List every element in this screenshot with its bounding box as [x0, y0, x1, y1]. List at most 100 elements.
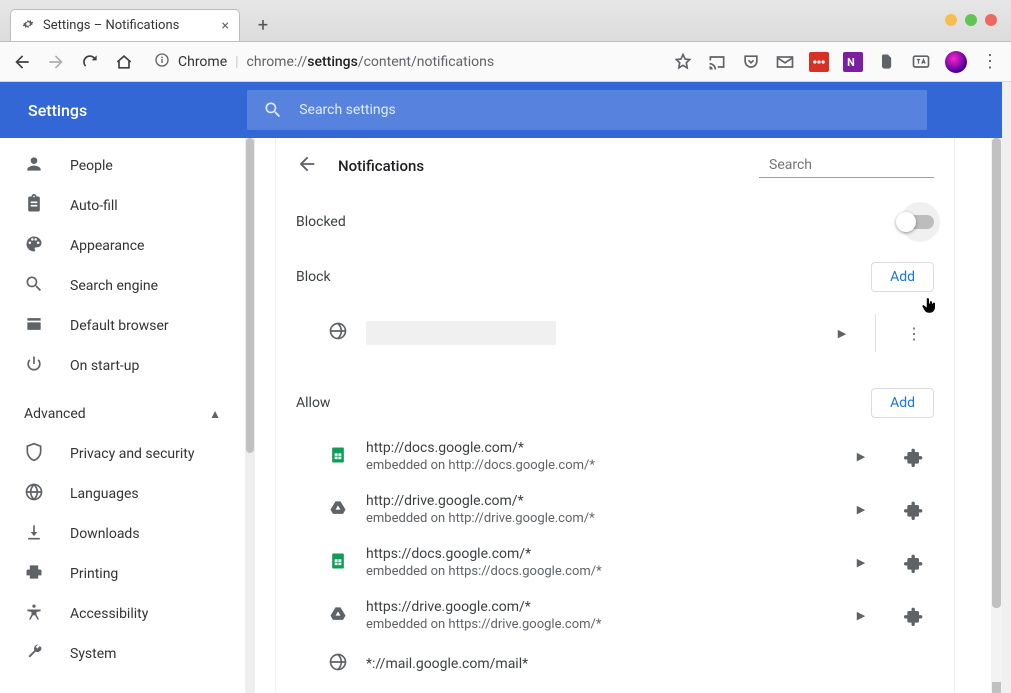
- minimize-button[interactable]: [945, 14, 957, 26]
- allow-site-row[interactable]: https://docs.google.com/*embedded on htt…: [276, 536, 954, 589]
- evernote-icon[interactable]: [877, 52, 897, 72]
- content-scrollbar[interactable]: [991, 138, 1002, 693]
- url-browser-label: Chrome: [178, 54, 227, 70]
- svg-text:N: N: [847, 56, 855, 69]
- allow-site-row[interactable]: https://drive.google.com/*embedded on ht…: [276, 589, 954, 642]
- nav-start-up[interactable]: On start-up: [0, 346, 245, 386]
- allow-section-label: Allow: [296, 395, 330, 411]
- drive-icon: [328, 498, 348, 522]
- expand-arrow-icon[interactable]: ▶: [827, 327, 857, 340]
- wrench-icon: [24, 642, 44, 666]
- globe-icon: [328, 321, 348, 345]
- close-tab-icon[interactable]: ×: [222, 18, 229, 34]
- extension-indicator-icon: [894, 500, 934, 520]
- nav-people[interactable]: People: [0, 146, 245, 186]
- search-icon: [263, 100, 283, 120]
- nav-printing[interactable]: Printing: [0, 554, 245, 594]
- nav-advanced-toggle[interactable]: Advanced▲: [0, 394, 245, 434]
- site-info-icon[interactable]: [154, 52, 170, 72]
- nav-downloads[interactable]: Downloads: [0, 514, 245, 554]
- home-button[interactable]: [114, 52, 134, 72]
- expand-arrow-icon[interactable]: ▶: [846, 609, 876, 622]
- sheets-icon: [328, 551, 348, 575]
- profile-avatar[interactable]: [945, 51, 967, 73]
- globe-icon: [24, 482, 44, 506]
- back-button[interactable]: [12, 52, 32, 72]
- nav-languages[interactable]: Languages: [0, 474, 245, 514]
- titlebar: Settings – Notifications × +: [0, 0, 1011, 42]
- nav-search-engine[interactable]: Search engine: [0, 266, 245, 306]
- close-window-button[interactable]: [985, 14, 997, 26]
- printer-icon: [24, 562, 44, 586]
- nav-appearance[interactable]: Appearance: [0, 226, 245, 266]
- drive-icon: [328, 604, 348, 628]
- extension-indicator-icon: [894, 606, 934, 626]
- extension-onenote-icon[interactable]: N: [843, 52, 863, 72]
- content-search-input[interactable]: [769, 157, 947, 173]
- blocked-toggle-label: Blocked: [296, 214, 346, 230]
- new-tab-button[interactable]: +: [250, 12, 276, 38]
- allow-site-row[interactable]: http://docs.google.com/*embedded on http…: [276, 430, 954, 483]
- extension-indicator-icon: [894, 447, 934, 467]
- nav-privacy[interactable]: Privacy and security: [0, 434, 245, 474]
- chevron-up-icon: ▲: [209, 407, 221, 421]
- palette-icon: [24, 234, 44, 258]
- nav-default-browser[interactable]: Default browser: [0, 306, 245, 346]
- person-icon: [24, 154, 44, 178]
- window-controls: [945, 14, 997, 26]
- search-icon: [24, 274, 44, 298]
- back-arrow-button[interactable]: [296, 153, 318, 179]
- content-header: Notifications: [276, 138, 954, 194]
- allow-site-row[interactable]: *://mail.google.com/mail*: [276, 642, 954, 676]
- allow-add-button[interactable]: Add: [871, 388, 934, 418]
- download-icon: [24, 522, 44, 546]
- search-settings-input[interactable]: [299, 102, 911, 118]
- content-card: Notifications Blocked Bl: [275, 138, 955, 693]
- globe-icon: [328, 652, 348, 676]
- block-section-label: Block: [296, 269, 331, 285]
- browser-tab[interactable]: Settings – Notifications ×: [10, 9, 240, 41]
- power-icon: [24, 354, 44, 378]
- nav-autofill[interactable]: Auto-fill: [0, 186, 245, 226]
- maximize-button[interactable]: [965, 14, 977, 26]
- url-text: chrome://settings/content/notifications: [247, 54, 495, 70]
- sidebar-scrollbar[interactable]: [245, 138, 255, 693]
- window-icon: [24, 314, 44, 338]
- site-menu-button[interactable]: ⋮: [894, 324, 934, 343]
- expand-arrow-icon[interactable]: ▶: [846, 450, 876, 463]
- browser-toolbar: Chrome | chrome://settings/content/notif…: [0, 42, 1011, 82]
- blocked-toggle[interactable]: [898, 215, 934, 229]
- expand-arrow-icon[interactable]: ▶: [846, 503, 876, 516]
- tab-title: Settings – Notifications: [43, 18, 179, 33]
- block-add-button[interactable]: Add: [871, 262, 934, 292]
- translate-icon[interactable]: [911, 52, 931, 72]
- settings-app: Settings People Auto-fill Appearance Sea…: [0, 82, 1003, 693]
- shield-icon: [24, 442, 44, 466]
- gear-icon: [21, 17, 35, 35]
- sheets-icon: [328, 445, 348, 469]
- star-icon[interactable]: [673, 52, 693, 72]
- content-search[interactable]: [759, 155, 934, 178]
- clipboard-icon: [24, 194, 44, 218]
- nav-accessibility[interactable]: Accessibility: [0, 594, 245, 634]
- settings-sidebar: People Auto-fill Appearance Search engin…: [0, 138, 245, 693]
- expand-arrow-icon[interactable]: ▶: [846, 556, 876, 569]
- browser-menu-button[interactable]: ⋮: [981, 51, 999, 72]
- page-title: Notifications: [338, 157, 424, 175]
- pocket-icon[interactable]: [741, 52, 761, 72]
- nav-system[interactable]: System: [0, 634, 245, 674]
- redacted-url: [366, 321, 556, 345]
- extension-red-icon[interactable]: [809, 52, 829, 72]
- accessibility-icon: [24, 602, 44, 626]
- allow-site-row[interactable]: http://drive.google.com/*embedded on htt…: [276, 483, 954, 536]
- search-settings-box[interactable]: [247, 90, 927, 130]
- forward-button[interactable]: [46, 52, 66, 72]
- cast-icon[interactable]: [707, 52, 727, 72]
- mail-icon[interactable]: [775, 52, 795, 72]
- block-site-row[interactable]: ▶ ⋮: [276, 304, 954, 362]
- extension-indicator-icon: [894, 553, 934, 573]
- settings-header: Settings: [0, 82, 1003, 138]
- omnibox[interactable]: Chrome | chrome://settings/content/notif…: [154, 52, 494, 72]
- reload-button[interactable]: [80, 52, 100, 72]
- settings-title: Settings: [28, 101, 87, 120]
